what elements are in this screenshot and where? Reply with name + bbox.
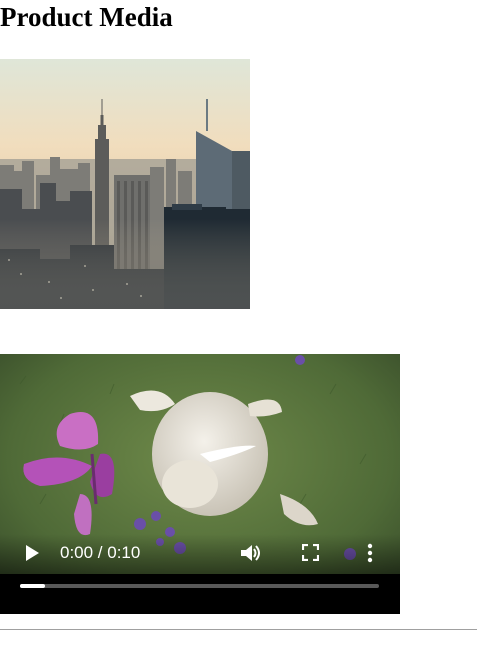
volume-icon[interactable] [240, 543, 262, 563]
video-controls: 0:00 / 0:10 [0, 540, 400, 566]
product-image [0, 59, 250, 309]
play-icon[interactable] [24, 544, 40, 562]
divider [0, 629, 477, 630]
more-options-icon[interactable] [365, 542, 375, 564]
page-title: Product Media [0, 2, 173, 32]
video-progress-fill [20, 584, 46, 588]
video-bottom-bar [0, 574, 400, 614]
product-video[interactable]: 0:00 / 0:10 [0, 354, 400, 614]
video-time: 0:00 / 0:10 [60, 543, 141, 562]
video-progress-bar[interactable] [20, 584, 379, 588]
fullscreen-icon[interactable] [301, 543, 320, 562]
